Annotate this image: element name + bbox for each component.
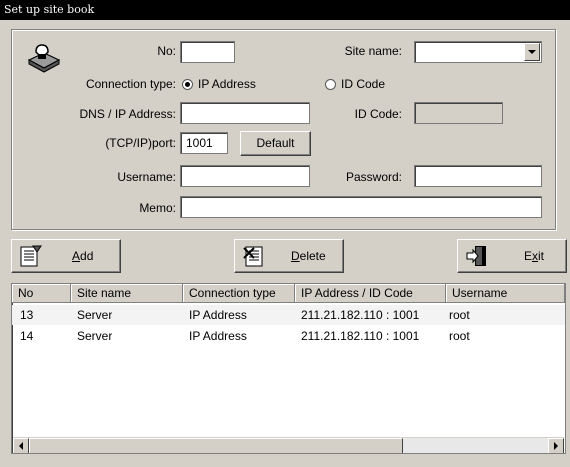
dns-ip-input[interactable] [180, 102, 310, 124]
port-input[interactable]: 1001 [180, 132, 228, 154]
cell-username: root [449, 308, 470, 322]
password-label: Password: [345, 170, 402, 184]
add-button[interactable]: Add [11, 239, 121, 273]
cell-username: root [449, 329, 470, 343]
delete-record-icon [243, 246, 263, 267]
dns-ip-label: DNS / IP Address: [79, 107, 177, 121]
table-row[interactable]: 14 Server IP Address 211.21.182.110 : 10… [12, 326, 565, 346]
password-input[interactable] [414, 165, 542, 187]
delete-button[interactable]: Delete [234, 239, 344, 273]
column-header-no[interactable]: No [12, 284, 71, 303]
default-button[interactable]: Default [240, 131, 311, 156]
column-header-username[interactable]: Username [446, 284, 565, 303]
column-header-site-name[interactable]: Site name [71, 284, 183, 303]
id-code-input [414, 102, 503, 124]
add-record-icon [20, 245, 42, 267]
arrow-left-icon [19, 442, 23, 450]
exit-door-icon [466, 246, 486, 266]
radio-ip-address-label[interactable]: IP Address [198, 77, 256, 91]
scroll-left-button[interactable] [13, 438, 29, 453]
connection-type-label: Connection type: [85, 77, 176, 91]
site-list-table[interactable]: No Site name Connection type IP Address … [11, 283, 566, 454]
cell-ip-id-code: 211.21.182.110 : 1001 [301, 308, 420, 322]
cell-site-name: Server [77, 308, 113, 322]
window-title: Set up site book [0, 0, 570, 20]
id-code-label: ID Code: [354, 107, 402, 121]
cell-site-name: Server [77, 329, 113, 343]
site-name-label: Site name: [344, 44, 402, 58]
radio-id-code[interactable] [325, 79, 336, 90]
cell-no: 13 [20, 308, 34, 322]
cell-no: 14 [20, 329, 34, 343]
phone-book-icon [27, 44, 61, 73]
cell-ip-id-code: 211.21.182.110 : 1001 [301, 329, 420, 343]
column-header-ip-id-code[interactable]: IP Address / ID Code [295, 284, 446, 303]
no-label: No: [157, 44, 176, 58]
site-form-panel: No: Site name: Connection type: IP Addre… [11, 29, 556, 230]
cell-connection-type: IP Address [189, 308, 247, 322]
horizontal-scrollbar[interactable] [13, 437, 564, 453]
memo-label: Memo: [139, 201, 176, 215]
radio-id-code-label[interactable]: ID Code [341, 77, 385, 91]
exit-button-label: Exit [524, 249, 545, 263]
username-label: Username: [117, 170, 176, 184]
radio-ip-address[interactable] [182, 79, 193, 90]
table-row[interactable]: 13 Server IP Address 211.21.182.110 : 10… [12, 305, 565, 325]
add-button-label: Add [72, 249, 94, 263]
site-name-dropdown-button[interactable] [524, 43, 540, 61]
cell-connection-type: IP Address [189, 329, 247, 343]
scroll-right-button[interactable] [548, 438, 564, 453]
memo-input[interactable] [180, 196, 542, 218]
username-input[interactable] [180, 165, 310, 187]
site-name-select[interactable] [414, 41, 542, 63]
scroll-thumb[interactable] [29, 438, 403, 453]
no-input[interactable] [180, 41, 235, 63]
port-label: (TCP/IP)port: [105, 136, 176, 150]
column-header-connection-type[interactable]: Connection type [183, 284, 295, 303]
delete-button-label: Delete [291, 249, 326, 263]
exit-button[interactable]: Exit [457, 239, 567, 273]
arrow-right-icon [554, 442, 558, 450]
